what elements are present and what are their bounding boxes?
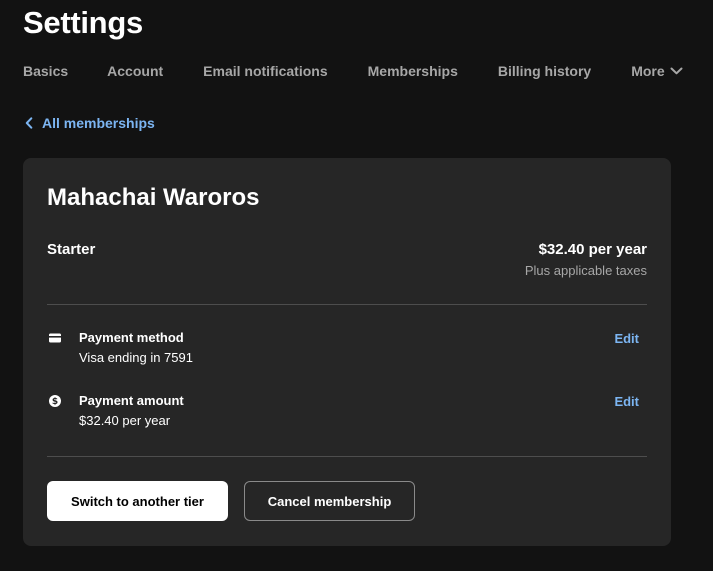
tab-email-notifications[interactable]: Email notifications [203,61,327,81]
tax-note: Plus applicable taxes [524,263,647,278]
tab-memberships[interactable]: Memberships [368,61,458,81]
edit-payment-method-button[interactable]: Edit [614,330,639,348]
edit-payment-amount-button[interactable]: Edit [614,393,639,411]
dollar-coin-icon: $ [49,395,61,407]
page-title: Settings [23,5,143,40]
tier-name: Starter [47,241,96,258]
settings-tabs: Basics Account Email notifications Membe… [23,61,683,81]
creator-name: Mahachai Waroros [47,184,260,211]
tier-price: $32.40 per year [538,241,647,258]
divider [47,304,647,305]
payment-method-title: Payment method [79,330,184,345]
tab-basics[interactable]: Basics [23,61,68,81]
tab-more[interactable]: More [631,61,683,81]
payment-amount-title: Payment amount [79,393,184,408]
tab-account[interactable]: Account [107,61,163,81]
divider [47,456,647,457]
all-memberships-label: All memberships [42,115,155,131]
credit-card-icon [49,333,61,343]
payment-amount-value: $32.40 per year [79,413,171,428]
tab-billing-history[interactable]: Billing history [498,61,591,81]
all-memberships-link[interactable]: All memberships [25,114,155,132]
chevron-down-icon [670,67,683,75]
tab-more-label: More [631,63,665,79]
switch-tier-button[interactable]: Switch to another tier [47,481,228,521]
membership-card: Mahachai Waroros Starter $32.40 per year… [23,158,671,546]
payment-method-value: Visa ending in 7591 [79,350,193,365]
chevron-left-icon [25,117,33,129]
cancel-membership-button[interactable]: Cancel membership [244,481,415,521]
svg-text:$: $ [52,397,58,407]
